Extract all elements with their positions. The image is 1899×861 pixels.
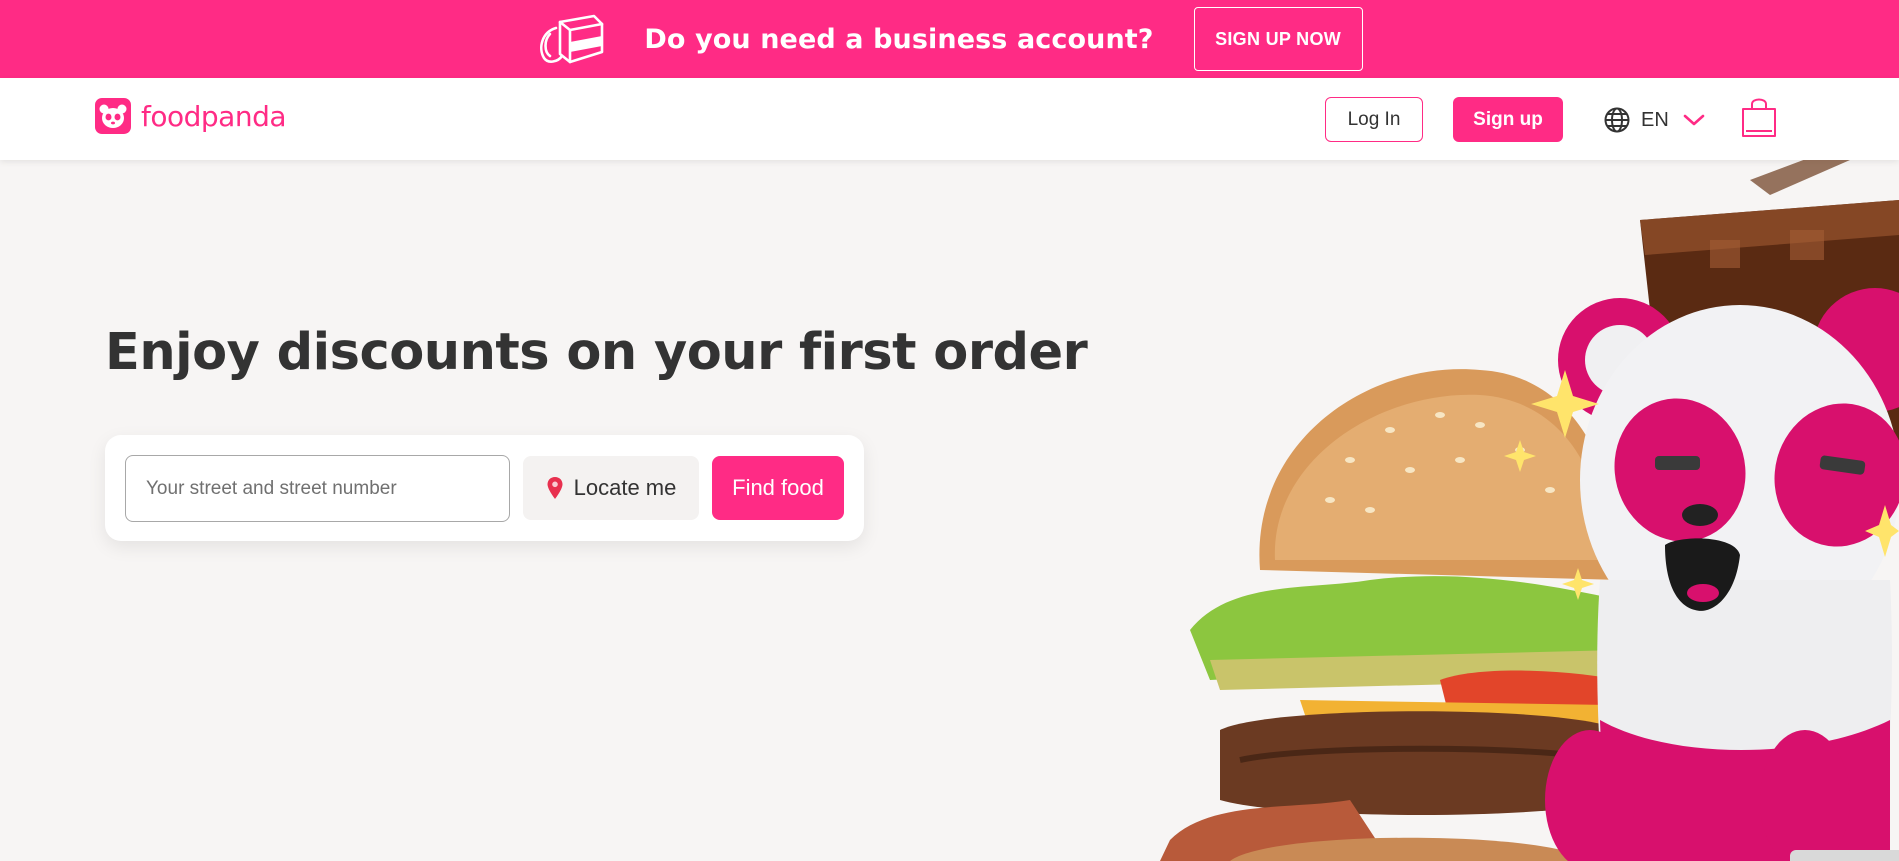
location-pin-icon: [547, 477, 563, 499]
shopping-bag-icon[interactable]: [1740, 95, 1778, 139]
logo-text: foodpanda: [141, 99, 287, 133]
locate-me-label: Locate me: [573, 475, 677, 500]
business-promo-banner: Do you need a business account? SIGN UP …: [0, 0, 1899, 78]
foodpanda-logo[interactable]: foodpanda: [95, 98, 287, 134]
site-header: foodpanda Log In Sign up EN: [0, 78, 1899, 160]
panda-logo-icon: [95, 98, 131, 134]
scroll-indicator: [1790, 850, 1899, 861]
globe-icon: [1604, 107, 1630, 133]
chevron-down-icon: [1683, 114, 1705, 126]
language-code: EN: [1641, 108, 1669, 131]
address-input[interactable]: [125, 455, 510, 522]
delivery-bag-icon: [540, 14, 604, 64]
address-search-card: Locate me Find food: [105, 435, 864, 541]
promo-text: Do you need a business account?: [644, 23, 1154, 55]
business-signup-button[interactable]: SIGN UP NOW: [1193, 7, 1363, 71]
login-button[interactable]: Log In: [1325, 97, 1423, 142]
signup-button[interactable]: Sign up: [1453, 97, 1563, 142]
find-food-button[interactable]: Find food: [712, 456, 844, 520]
language-selector[interactable]: EN: [1603, 102, 1705, 138]
locate-me-button[interactable]: Locate me: [523, 456, 699, 520]
hero-title: Enjoy discounts on your first order: [105, 323, 1088, 382]
hero-illustration: [1160, 160, 1899, 861]
